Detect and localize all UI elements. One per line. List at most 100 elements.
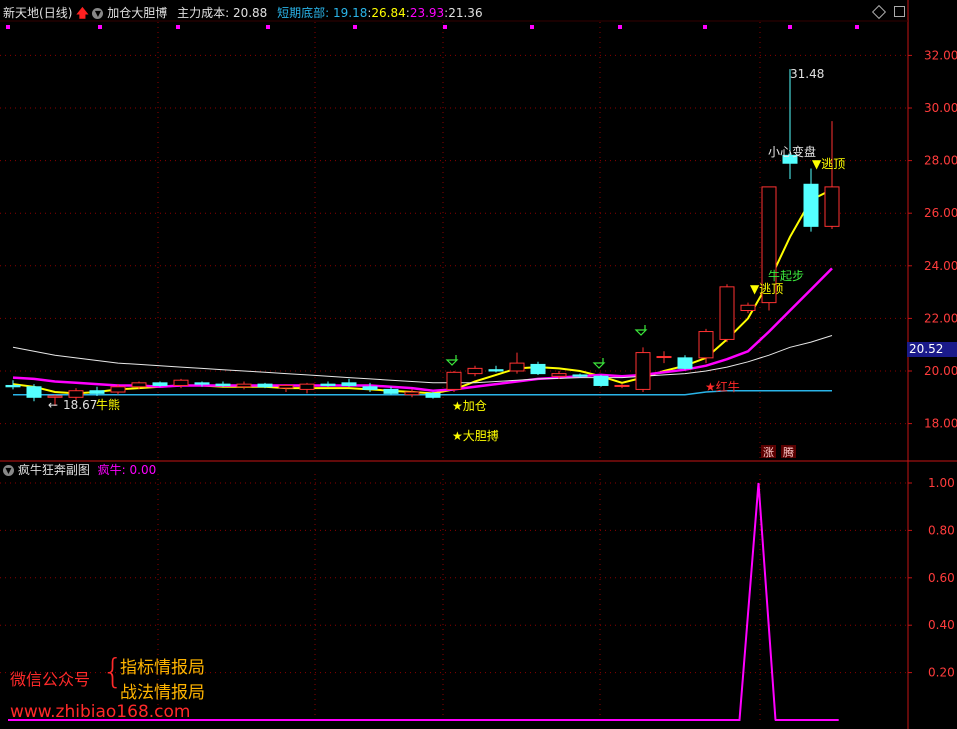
ytick-label-sub: 0.80	[928, 523, 955, 537]
hongniu-signal: ★红牛	[705, 379, 740, 394]
ytick-label-sub: 1.00	[928, 476, 955, 490]
bottom-value-3: 23.93	[409, 6, 445, 20]
candle-body	[131, 382, 147, 388]
kline-chart: 18.00 20.00 22.00 24.00 26.00 28.00 30.00 32.00…	[0, 0, 957, 729]
candle-body	[446, 371, 462, 390]
candle-body	[551, 373, 567, 377]
candle-body	[278, 384, 294, 389]
candle-body	[110, 386, 126, 393]
candle-body	[467, 367, 483, 375]
ytick-label-sub: 0.40	[928, 618, 955, 632]
teng-label: 腾	[783, 445, 794, 459]
ytick-label-main: 30.00	[924, 101, 957, 115]
cost-label: 主力成本:	[177, 6, 230, 20]
ytick-label-main: 28.00	[924, 154, 957, 168]
ytick-label-sub: 0.60	[928, 571, 955, 585]
candle-body	[194, 382, 210, 385]
candle-body	[5, 384, 21, 388]
candle-body	[656, 356, 672, 359]
ma-line-yellow	[12, 188, 833, 395]
ytick-label-main: 22.00	[924, 311, 957, 325]
candle-body	[257, 383, 273, 388]
candle-body	[236, 383, 252, 388]
main-header: 新天地(日线) 🡅 ▼ 加仓大胆博 主力成本: 20.88 短期底部: 19.1…	[3, 4, 483, 25]
ytick-label-sub: 0.20	[928, 666, 955, 680]
current-price-tag: 20.52	[907, 342, 957, 357]
expand-icon[interactable]	[894, 6, 905, 17]
taoding-signal-1: ▼逃顶	[750, 282, 783, 296]
dadanbo-signal: ★大胆搏	[452, 429, 499, 443]
watermark-item-1: 指标情报局	[120, 658, 205, 678]
candle-body	[89, 390, 105, 394]
candle-body	[362, 386, 378, 390]
ytick-label-main: 26.00	[924, 206, 957, 220]
jiacang-signal: ★加仓	[452, 399, 487, 413]
top-marker	[176, 25, 180, 29]
candle-body	[740, 304, 756, 312]
zhang-label: 涨	[763, 446, 774, 459]
watermark-url[interactable]: www.zhibiao168.com	[10, 702, 190, 722]
sub-indicator-name[interactable]: 疯牛狂奔副图	[18, 463, 90, 477]
sub-value: 0.00	[129, 463, 157, 477]
candle-body	[803, 183, 819, 227]
candle-body	[824, 186, 840, 227]
candle-body	[593, 375, 609, 386]
top-marker	[703, 25, 707, 29]
top-marker	[618, 25, 622, 29]
candle-body	[299, 383, 315, 390]
sub-label: 疯牛:	[97, 463, 126, 477]
candle-body	[383, 388, 399, 394]
xiaoxin-signal: 小心变盘	[768, 144, 816, 159]
candle-body	[68, 390, 84, 398]
up-arrow-icon: 🡅	[76, 6, 89, 20]
niuxiong-label: 牛熊	[96, 397, 120, 412]
sub-dropdown-icon[interactable]: ▼	[3, 465, 14, 476]
ytick-label-main: 20.00	[924, 364, 957, 378]
top-marker	[788, 25, 792, 29]
ma-line-magenta	[12, 267, 833, 392]
niuqibu-signal: 牛起步	[768, 268, 804, 283]
candle-body	[404, 391, 420, 396]
taoding-signal-2: ▼逃顶	[812, 157, 845, 171]
candle-body	[152, 382, 168, 386]
stock-name[interactable]: 新天地	[3, 6, 39, 20]
candle-body	[719, 286, 735, 340]
high-price-label: 31.48	[790, 67, 824, 81]
ytick-label-main: 18.00	[924, 417, 957, 431]
top-marker	[353, 25, 357, 29]
bottom-value-1: 19.18	[333, 6, 368, 20]
signal-arrow-icon	[634, 325, 648, 336]
candle-body	[698, 331, 714, 359]
candle-body	[488, 369, 504, 372]
cost-value: 20.88	[232, 6, 268, 20]
candle-body	[26, 386, 42, 398]
top-marker	[98, 25, 102, 29]
watermark-wechat: 微信公众号	[10, 670, 91, 689]
candle-body	[320, 383, 336, 386]
candle-body	[425, 392, 441, 398]
dropdown-icon[interactable]: ▼	[92, 8, 104, 19]
bottom-value-2: 26.84	[371, 6, 406, 20]
bottom-value-4: 21.36	[448, 6, 483, 20]
ytick-label-main: 32.00	[924, 48, 957, 62]
watermark-item-2: 战法情报局	[120, 683, 205, 703]
candle-body	[572, 374, 588, 377]
low-arrow-icon: ←	[48, 398, 58, 412]
ytick-label-main: 24.00	[924, 259, 957, 273]
candle-body	[530, 363, 546, 375]
top-marker	[6, 25, 10, 29]
signal-arrow-icon	[445, 355, 459, 366]
period-label[interactable]: (日线)	[39, 6, 72, 20]
signal-arrow-icon	[592, 358, 606, 369]
top-marker	[855, 25, 859, 29]
candle-body	[509, 362, 525, 372]
sub-header: ▼ 疯牛狂奔副图 疯牛: 0.00	[3, 461, 156, 478]
candle-body	[173, 379, 189, 386]
top-marker	[443, 25, 447, 29]
candle-body	[341, 382, 357, 386]
candle-body	[677, 357, 693, 369]
indicator-name[interactable]: 加仓大胆博	[107, 6, 167, 20]
candle-body	[614, 384, 630, 387]
top-marker	[266, 25, 270, 29]
top-marker	[530, 25, 534, 29]
